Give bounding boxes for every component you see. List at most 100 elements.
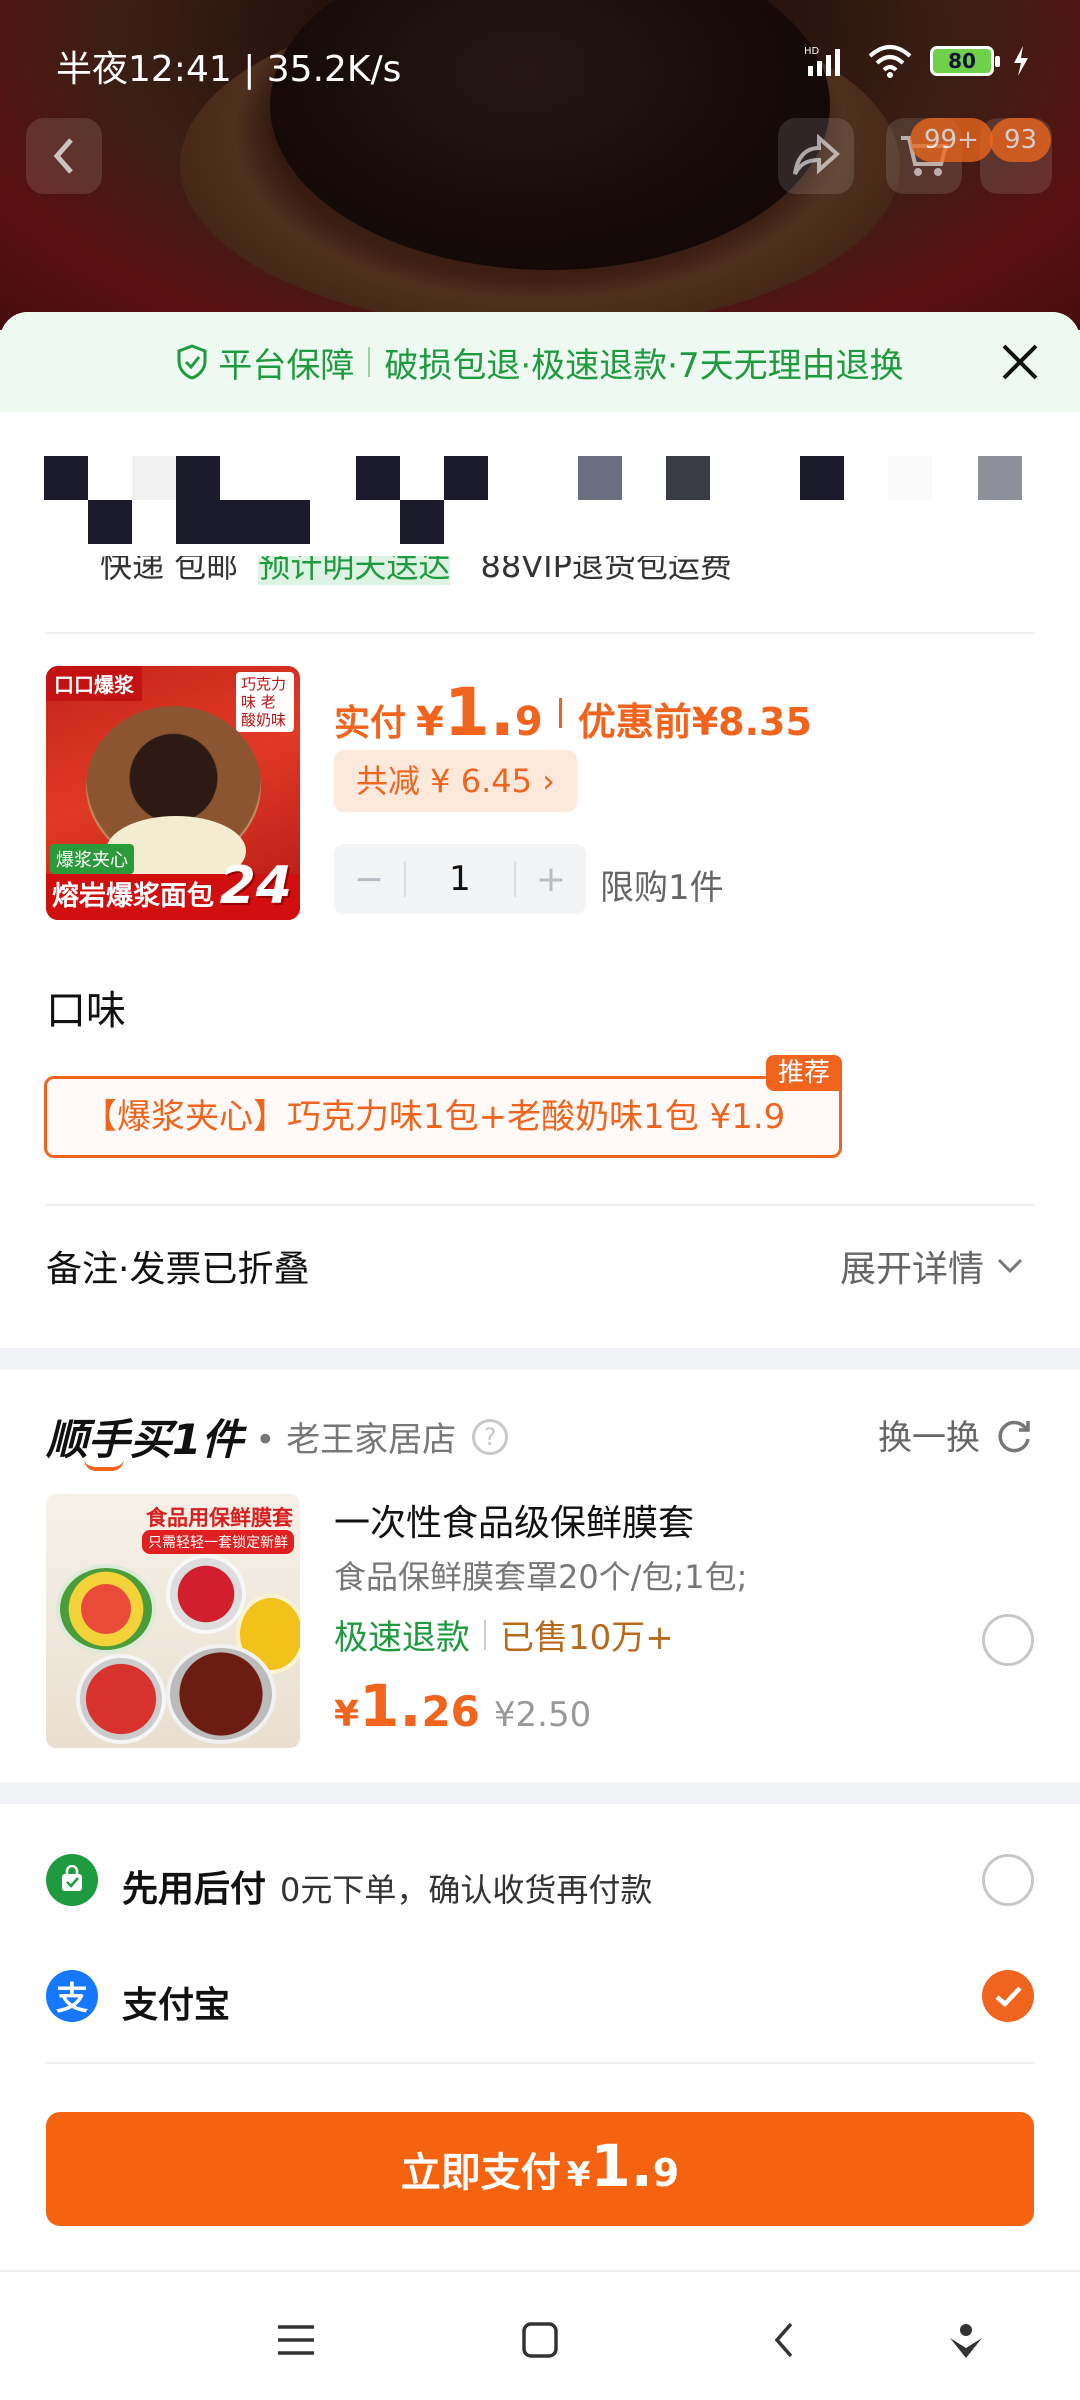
image-tag: 爆浆夹心: [50, 844, 134, 874]
system-back-button[interactable]: [756, 2312, 812, 2368]
food-plate: [56, 1564, 156, 1654]
alipay-icon: 支: [46, 1970, 98, 2022]
addon-spec: 食品保鲜膜套罩20个/包;1包;: [334, 1558, 748, 1596]
addon-shop: • 老王家居店: [255, 1420, 457, 1460]
price-decimal: 9: [652, 2151, 680, 2195]
divider: [46, 632, 1034, 634]
pay-now-button[interactable]: 立即支付 ¥ 1. 9: [46, 2112, 1034, 2226]
addon-thumbnail[interactable]: 食品用保鲜膜套 只需轻轻一套锁定新鲜: [46, 1494, 300, 1748]
pay-later-option[interactable]: 先用后付 0元下单，确认收货再付款: [122, 1860, 652, 1912]
image-count: 24: [219, 856, 292, 916]
chevron-left-icon: [53, 138, 73, 174]
image-tag: 巧克力味 老酸奶味: [236, 672, 294, 732]
share-button[interactable]: [778, 118, 854, 194]
pay-later-desc: 0元下单，确认收货再付款: [280, 1871, 653, 1909]
price-divider: [558, 697, 562, 728]
before-label: 优惠前: [577, 700, 692, 744]
pay-now-label: 立即支付: [400, 2150, 561, 2196]
alipay-option[interactable]: 支付宝: [122, 1976, 230, 2028]
guarantee-banner: 平台保障 破损包退·极速退款·7天无理由退换: [0, 312, 1080, 412]
shield-check-icon: [177, 344, 207, 380]
image-subtitle: 只需轻轻一套锁定新鲜: [142, 1530, 294, 1554]
addon-title: 顺手买1件: [46, 1406, 243, 1471]
back-button[interactable]: [26, 118, 102, 194]
cart-count-badge: 99+: [910, 118, 993, 162]
addon-name[interactable]: 一次性食品级保鲜膜套: [334, 1494, 694, 1546]
message-count-badge: 93: [990, 118, 1052, 162]
checkout-sheet: 平台保障 破损包退·极速退款·7天无理由退换 快递 包邮 预计明天送达 88VI…: [0, 312, 1080, 2272]
pay-later-radio[interactable]: [982, 1854, 1034, 1906]
addon-select-radio[interactable]: [982, 1614, 1034, 1666]
addon-price: ¥ 1. 26 ¥2.50: [334, 1672, 591, 1740]
assistant-icon: [950, 2324, 982, 2358]
purchase-limit: 限购1件: [600, 868, 724, 908]
svg-text:HD: HD: [804, 46, 820, 57]
status-bar: 半夜12:41 | 35.2K/s HD 80: [0, 0, 1080, 120]
menu-icon: [278, 2325, 314, 2355]
refresh-icon: [998, 1420, 1030, 1452]
addon-tags: 极速退款 已售10万+: [334, 1610, 674, 1659]
charging-icon: [1014, 46, 1028, 76]
product-thumbnail[interactable]: 口口爆浆 巧克力味 老酸奶味 爆浆夹心 熔岩爆浆面包 24: [46, 666, 300, 920]
sold-count-tag: 已售10万+: [500, 1618, 674, 1658]
address-redacted: [0, 440, 1080, 544]
home-square-icon: [522, 2322, 558, 2358]
pay-later-label: 先用后付: [122, 1869, 267, 1910]
food-plate: [166, 1554, 246, 1634]
home-button[interactable]: [512, 2312, 568, 2368]
close-icon[interactable]: [998, 340, 1042, 384]
before-price: ¥8.35: [691, 700, 812, 744]
battery-indicator: 80: [930, 46, 1000, 76]
shipping-return: 88VIP退货包运费: [480, 556, 732, 585]
status-icons: HD 80: [804, 44, 1030, 78]
food-plate: [166, 1644, 276, 1744]
price-decimal: 9: [514, 699, 543, 745]
addon-header: 顺手买1件 • 老王家居店 ?: [46, 1406, 509, 1471]
swap-label: 换一换: [878, 1418, 980, 1458]
image-tag: 口口爆浆: [46, 666, 142, 701]
price-integer: 1.: [590, 2132, 653, 2200]
saving-chip[interactable]: 共减 ¥ 6.45 ›: [334, 750, 577, 812]
food-plate: [76, 1654, 166, 1744]
section-gap: [0, 1782, 1080, 1804]
increase-button[interactable]: +: [516, 859, 586, 900]
currency-symbol: ¥: [334, 1694, 360, 1735]
original-price: ¥2.50: [493, 1695, 592, 1735]
flavor-option[interactable]: 【爆浆夹心】巧克力味1包+老酸奶味1包 ¥1.9 推荐: [44, 1055, 842, 1158]
fast-refund-tag: 极速退款: [334, 1618, 470, 1658]
currency-symbol: ¥: [566, 2155, 591, 2195]
remark-label: 备注·发票已折叠: [46, 1249, 310, 1290]
tag-divider: [484, 1619, 486, 1650]
wifi-icon: [868, 45, 912, 78]
shipping-method: 快递 包邮: [100, 556, 239, 585]
shipping-info: 快递 包邮 预计明天送达 88VIP退货包运费: [100, 556, 900, 586]
guarantee-title: 平台保障: [218, 345, 355, 386]
divider: [46, 1204, 1034, 1206]
share-icon: [793, 134, 841, 175]
recommend-badge: 推荐: [765, 1055, 842, 1091]
decrease-button[interactable]: −: [334, 859, 404, 900]
quantity-value[interactable]: 1: [404, 861, 516, 897]
pay-later-icon: [46, 1854, 98, 1906]
alipay-radio-checked[interactable]: [982, 1970, 1034, 2022]
status-time: 半夜12:41 | 35.2K/s: [56, 49, 402, 90]
currency-symbol: ¥: [416, 699, 444, 745]
back-triangle-icon: [774, 2322, 793, 2358]
quantity-stepper: − 1 +: [334, 844, 586, 914]
bag-check-icon: [62, 1865, 82, 1891]
help-icon[interactable]: ?: [472, 1418, 509, 1455]
swap-button[interactable]: 换一换: [878, 1410, 1034, 1459]
pay-label: 实付: [334, 703, 407, 744]
guarantee-divider: [368, 347, 371, 377]
chevron-down-icon: [997, 1258, 1023, 1274]
menu-button[interactable]: [268, 2312, 324, 2368]
guarantee-detail: 破损包退·极速退款·7天无理由退换: [384, 345, 904, 386]
expand-details-button[interactable]: 展开详情: [840, 1240, 1024, 1292]
assistant-button[interactable]: [938, 2312, 994, 2368]
flavor-title: 口味: [46, 988, 126, 1034]
expand-label: 展开详情: [839, 1249, 984, 1290]
system-nav-bar: [0, 2270, 1080, 2400]
price-integer: 1.: [359, 1672, 422, 1740]
check-icon: [995, 1986, 1022, 2008]
image-title: 食品用保鲜膜套: [146, 1506, 293, 1530]
